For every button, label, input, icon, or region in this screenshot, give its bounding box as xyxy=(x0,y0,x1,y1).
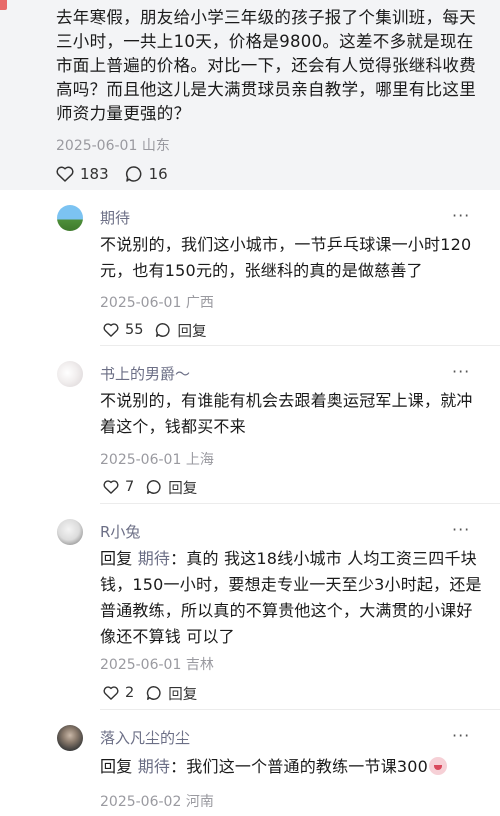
post-like-button[interactable]: 183 xyxy=(56,165,109,183)
username[interactable]: R小兔 xyxy=(100,521,140,542)
like-count: 55 xyxy=(125,322,144,338)
more-options-icon[interactable]: ··· xyxy=(452,362,470,381)
more-options-icon[interactable]: ··· xyxy=(452,206,470,225)
reply-date: 2025-06-01 xyxy=(100,657,182,673)
reply-location: 吉林 xyxy=(185,657,214,673)
reply-content: ：我们这一个普通的教练一节课300 xyxy=(170,757,429,776)
reply-label: 回复 xyxy=(168,480,198,497)
reply-prefix: 回复 xyxy=(100,549,133,568)
more-options-icon[interactable]: ··· xyxy=(452,520,470,539)
reply-prefix: 回复 xyxy=(100,757,133,776)
post-comment-count: 16 xyxy=(148,165,168,183)
reply-text: 不说别的，我们这小城市，一节乒乓球课一小时120元，也有150元的，张继科的真的… xyxy=(100,235,472,280)
reply-meta: 2025-06-01 广西 xyxy=(100,292,214,312)
reply-location: 上海 xyxy=(185,452,214,468)
reply-meta: 2025-06-02 河南 xyxy=(100,791,214,811)
post-meta: 2025-06-01 山东 xyxy=(56,135,170,155)
reply-button[interactable]: 回复 xyxy=(146,683,197,704)
reply-actions: 7 回复 xyxy=(103,477,209,497)
post-comment-button[interactable]: 16 xyxy=(125,165,168,183)
avatar[interactable] xyxy=(57,361,83,387)
reply-meta: 2025-06-01 上海 xyxy=(100,449,214,469)
avatar[interactable] xyxy=(57,725,83,751)
reply-text: 回复 期待：真的 我这18线小城市 人均工资三四千块钱，150一小时，要想走专业… xyxy=(100,546,485,650)
post-location: 山东 xyxy=(141,138,170,154)
reply-location: 广西 xyxy=(185,295,214,311)
corner-mark xyxy=(0,0,7,10)
reply-actions: 2 回复 xyxy=(103,683,209,703)
post-actions: 183 16 xyxy=(56,164,184,184)
username[interactable]: 期待 xyxy=(100,207,130,228)
like-count: 7 xyxy=(125,479,135,495)
reply-actions: 55 回复 xyxy=(103,320,218,340)
reply-location: 河南 xyxy=(185,794,214,810)
original-post: 去年寒假，朋友给小学三年级的孩子报了个集训班，每天三小时，一共上10天，价格是9… xyxy=(0,0,500,190)
reply-text: 不说别的，有谁能有机会去跟着奥运冠军上课，就冲着这个，钱都买不来 xyxy=(100,391,473,436)
reply-1: 期待 ··· 不说别的，我们这小城市，一节乒乓球课一小时120元，也有150元的… xyxy=(0,190,500,346)
like-button[interactable]: 7 xyxy=(103,479,134,495)
comment-icon xyxy=(156,323,171,337)
reply-date: 2025-06-02 xyxy=(100,794,182,810)
reply-label: 回复 xyxy=(177,323,207,340)
heart-icon xyxy=(103,480,119,494)
reply-2: 书上的男爵～ ··· 不说别的，有谁能有机会去跟着奥运冠军上课，就冲着这个，钱都… xyxy=(0,346,500,504)
reply-4: 落入凡尘的尘 ··· 回复 期待：我们这一个普通的教练一节课300 2025-0… xyxy=(0,710,500,816)
post-date: 2025-06-01 xyxy=(56,138,138,154)
comment-icon xyxy=(125,166,142,182)
like-button[interactable]: 55 xyxy=(103,322,143,338)
more-options-icon[interactable]: ··· xyxy=(452,726,470,745)
reply-label: 回复 xyxy=(168,686,198,703)
post-text: 去年寒假，朋友给小学三年级的孩子报了个集训班，每天三小时，一共上10天，价格是9… xyxy=(56,8,476,123)
heart-icon xyxy=(103,686,119,700)
like-count: 2 xyxy=(125,685,135,701)
username[interactable]: 书上的男爵～ xyxy=(100,363,190,384)
reply-target[interactable]: 期待 xyxy=(138,549,170,568)
crying-face-emoji xyxy=(429,757,448,775)
like-button[interactable]: 2 xyxy=(103,685,134,701)
reply-text: 回复 期待：我们这一个普通的教练一节课300 xyxy=(100,754,485,780)
reply-date: 2025-06-01 xyxy=(100,452,182,468)
comment-icon xyxy=(147,480,161,494)
avatar[interactable] xyxy=(57,205,83,231)
reply-date: 2025-06-01 xyxy=(100,295,182,311)
heart-icon xyxy=(56,166,74,182)
heart-icon xyxy=(103,323,119,337)
comment-icon xyxy=(147,686,161,700)
reply-target[interactable]: 期待 xyxy=(138,757,170,776)
reply-meta: 2025-06-01 吉林 xyxy=(100,654,214,674)
post-like-count: 183 xyxy=(80,165,109,183)
username[interactable]: 落入凡尘的尘 xyxy=(100,727,190,748)
avatar[interactable] xyxy=(57,519,83,545)
reply-3: R小兔 ··· 回复 期待：真的 我这18线小城市 人均工资三四千块钱，150一… xyxy=(0,504,500,710)
reply-button[interactable]: 回复 xyxy=(146,477,197,498)
reply-button[interactable]: 回复 xyxy=(155,320,206,341)
